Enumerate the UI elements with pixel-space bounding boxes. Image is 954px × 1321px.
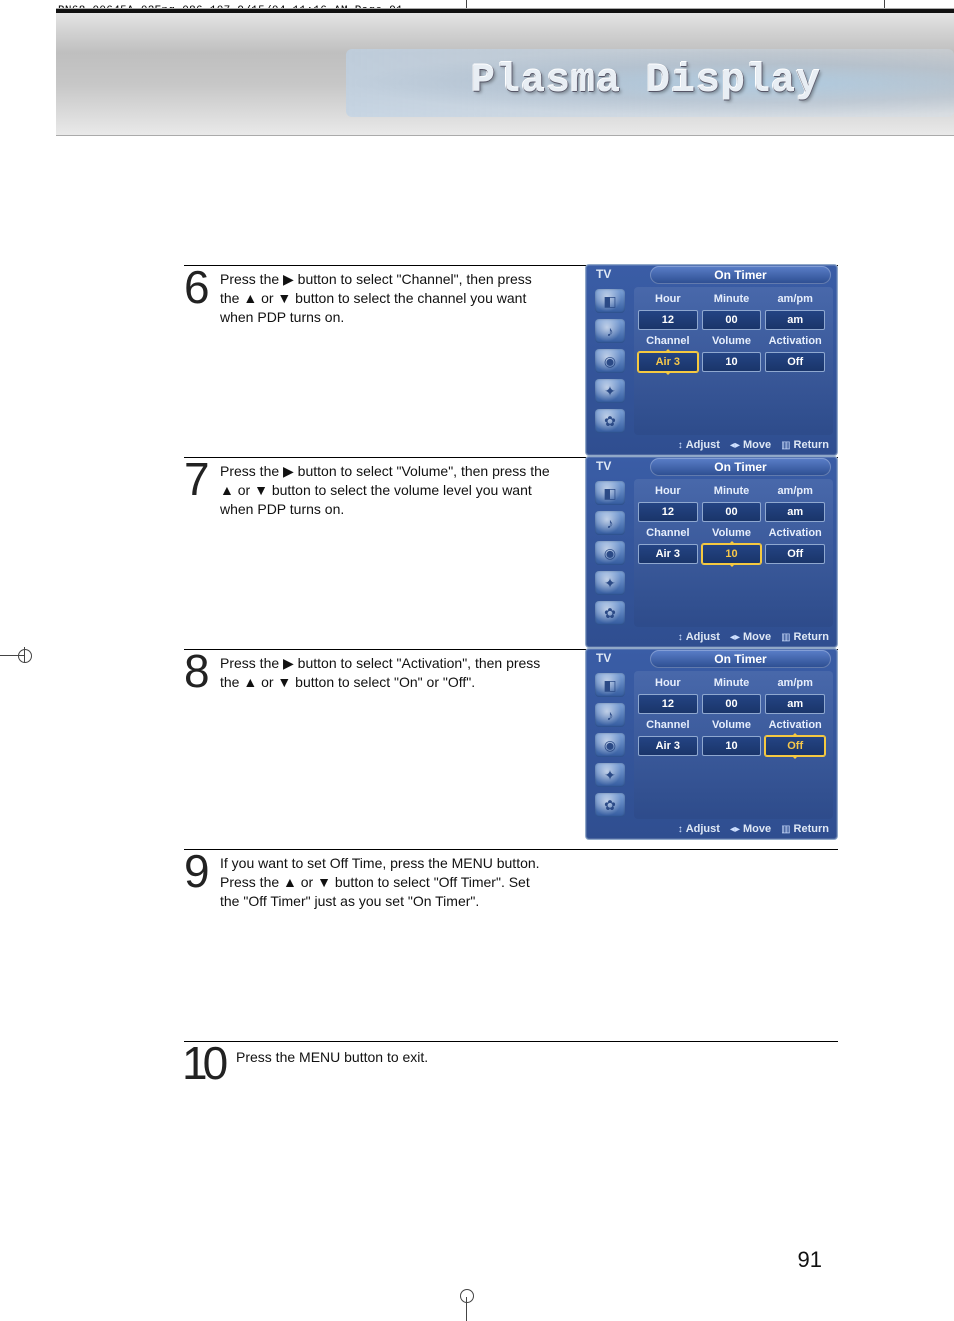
step-8: 8 Press the ▶ button to select "Activati… [184, 649, 838, 829]
step-10: 10 Press the MENU button to exit. [184, 1041, 838, 1101]
osd-panel-step7: TV On Timer ◧ ♪ ◉ ✦ ✿ Hour Minute am/pm [585, 456, 838, 648]
footer-return: ▥Return [781, 439, 829, 451]
function-icon: ✿ [595, 793, 625, 817]
setup-icon: ✦ [595, 763, 625, 787]
step-6: 6 Press the ▶ button to select "Channel"… [184, 265, 838, 437]
val-volume[interactable]: 10 [702, 352, 762, 372]
val-minute[interactable]: 00 [702, 502, 762, 522]
col-minute: Minute [702, 291, 762, 307]
step-text: Press the ▶ button to select "Volume", t… [220, 462, 550, 519]
footer-move: ◂▸Move [730, 439, 771, 451]
sound-icon: ♪ [595, 511, 625, 535]
step-number: 10 [182, 1040, 223, 1086]
val-hour[interactable]: 12 [638, 310, 698, 330]
col-minute: Minute [702, 483, 762, 499]
channel-icon: ◉ [595, 733, 625, 757]
crop-mark-bottom [466, 1297, 467, 1321]
crop-mark-left [0, 655, 24, 656]
picture-icon: ◧ [595, 289, 625, 313]
step-9: 9 If you want to set Off Time, press the… [184, 849, 838, 1021]
setup-icon: ✦ [595, 379, 625, 403]
val-volume[interactable]: 10 [702, 736, 762, 756]
osd-panel-step8: TV On Timer ◧ ♪ ◉ ✦ ✿ Hour Minute am/pm [585, 648, 838, 840]
col-activation: Activation [765, 525, 825, 541]
step-7: 7 Press the ▶ button to select "Volume",… [184, 457, 838, 629]
col-hour: Hour [638, 291, 698, 307]
val-ampm[interactable]: am [765, 502, 825, 522]
step-number: 8 [184, 648, 208, 694]
osd-panel-step6: TV On Timer ◧ ♪ ◉ ✦ ✿ Hour Minute am/pm [585, 264, 838, 456]
col-hour: Hour [638, 483, 698, 499]
val-hour[interactable]: 12 [638, 694, 698, 714]
osd-tv-label: TV [596, 459, 611, 473]
osd-title: On Timer [650, 458, 831, 476]
val-channel[interactable]: Air 3 [638, 352, 698, 372]
osd-sidebar: ◧ ♪ ◉ ✦ ✿ [586, 669, 634, 819]
col-minute: Minute [702, 675, 762, 691]
col-activation: Activation [765, 333, 825, 349]
osd-title: On Timer [650, 266, 831, 284]
val-activation[interactable]: Off [765, 544, 825, 564]
col-channel: Channel [638, 717, 698, 733]
picture-icon: ◧ [595, 673, 625, 697]
footer-adjust: ↕Adjust [678, 823, 720, 835]
val-minute[interactable]: 00 [702, 310, 762, 330]
osd-tv-label: TV [596, 267, 611, 281]
footer-move: ◂▸Move [730, 631, 771, 643]
function-icon: ✿ [595, 601, 625, 625]
col-channel: Channel [638, 525, 698, 541]
osd-footer: ↕Adjust ◂▸Move ▥Return [586, 819, 837, 835]
osd-footer: ↕Adjust ◂▸Move ▥Return [586, 435, 837, 451]
col-ampm: am/pm [765, 291, 825, 307]
step-number: 7 [184, 456, 208, 502]
function-icon: ✿ [595, 409, 625, 433]
footer-adjust: ↕Adjust [678, 631, 720, 643]
osd-grid: Hour Minute am/pm 12 00 am Channel Volum… [634, 671, 833, 819]
col-volume: Volume [702, 333, 762, 349]
footer-adjust: ↕Adjust [678, 439, 720, 451]
val-ampm[interactable]: am [765, 694, 825, 714]
col-ampm: am/pm [765, 675, 825, 691]
header-banner: Plasma Display [56, 8, 954, 136]
sound-icon: ♪ [595, 319, 625, 343]
col-hour: Hour [638, 675, 698, 691]
channel-icon: ◉ [595, 541, 625, 565]
val-activation[interactable]: Off [765, 352, 825, 372]
step-number: 9 [184, 848, 208, 894]
banner-title: Plasma Display [471, 59, 821, 104]
sound-icon: ♪ [595, 703, 625, 727]
content-column: 6 Press the ▶ button to select "Channel"… [184, 265, 838, 1121]
picture-icon: ◧ [595, 481, 625, 505]
footer-move: ◂▸Move [730, 823, 771, 835]
step-number: 6 [184, 264, 208, 310]
osd-grid: Hour Minute am/pm 12 00 am Channel Volum… [634, 479, 833, 627]
val-volume[interactable]: 10 [702, 544, 762, 564]
val-hour[interactable]: 12 [638, 502, 698, 522]
osd-footer: ↕Adjust ◂▸Move ▥Return [586, 627, 837, 643]
step-text: If you want to set Off Time, press the M… [220, 854, 550, 911]
val-ampm[interactable]: am [765, 310, 825, 330]
footer-return: ▥Return [781, 631, 829, 643]
val-channel[interactable]: Air 3 [638, 736, 698, 756]
step-text: Press the ▶ button to select "Channel", … [220, 270, 550, 327]
step-text: Press the MENU button to exit. [236, 1048, 566, 1067]
val-minute[interactable]: 00 [702, 694, 762, 714]
col-volume: Volume [702, 717, 762, 733]
val-activation[interactable]: Off [765, 736, 825, 756]
setup-icon: ✦ [595, 571, 625, 595]
osd-sidebar: ◧ ♪ ◉ ✦ ✿ [586, 285, 634, 435]
val-channel[interactable]: Air 3 [638, 544, 698, 564]
osd-tv-label: TV [596, 651, 611, 665]
footer-return: ▥Return [781, 823, 829, 835]
step-text: Press the ▶ button to select "Activation… [220, 654, 550, 692]
col-ampm: am/pm [765, 483, 825, 499]
channel-icon: ◉ [595, 349, 625, 373]
osd-grid: Hour Minute am/pm 12 00 am Channel Volum… [634, 287, 833, 435]
page-number: 91 [798, 1247, 822, 1273]
osd-sidebar: ◧ ♪ ◉ ✦ ✿ [586, 477, 634, 627]
osd-title: On Timer [650, 650, 831, 668]
